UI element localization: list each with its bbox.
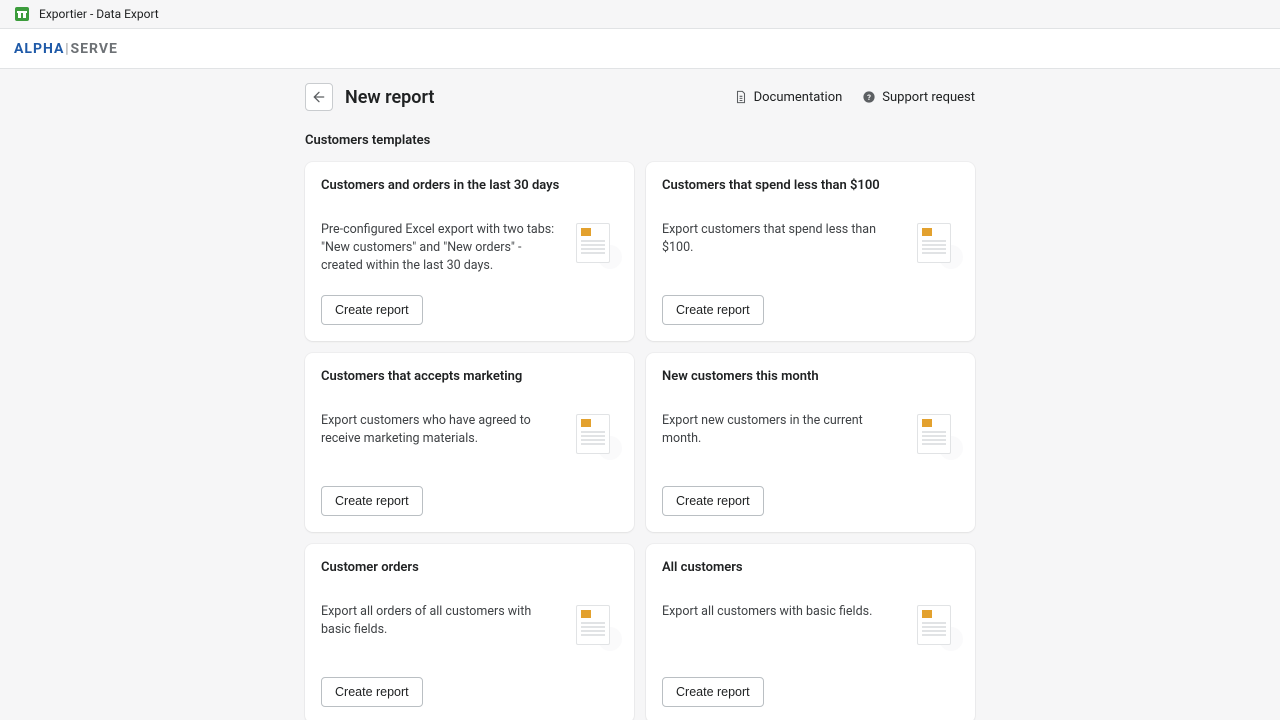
template-card: Customers that accepts marketing Export … — [305, 353, 634, 532]
create-report-button[interactable]: Create report — [662, 486, 764, 516]
template-card: Customers and orders in the last 30 days… — [305, 162, 634, 341]
card-title: New customers this month — [662, 369, 959, 384]
template-card: Customers that spend less than $100 Expo… — [646, 162, 975, 341]
create-report-button[interactable]: Create report — [662, 677, 764, 707]
brand-logo: ALPHA|SERVE — [14, 41, 118, 57]
create-report-button[interactable]: Create report — [321, 486, 423, 516]
app-icon — [15, 7, 29, 21]
card-description: Export all orders of all customers with … — [321, 603, 560, 639]
window-title: Exportier - Data Export — [39, 7, 159, 21]
template-card: New customers this month Export new cust… — [646, 353, 975, 532]
document-preview-icon — [574, 221, 618, 265]
card-title: All customers — [662, 560, 959, 575]
card-description: Export all customers with basic fields. — [662, 603, 901, 621]
card-title: Customers that accepts marketing — [321, 369, 618, 384]
document-icon — [734, 90, 748, 104]
section-heading-customers: Customers templates — [305, 133, 975, 148]
help-icon: ? — [862, 90, 876, 104]
support-link[interactable]: ? Support request — [862, 90, 975, 105]
card-title: Customer orders — [321, 560, 618, 575]
template-card: Customer orders Export all orders of all… — [305, 544, 634, 720]
svg-text:?: ? — [867, 93, 871, 102]
card-description: Export customers who have agreed to rece… — [321, 412, 560, 448]
document-preview-icon — [574, 603, 618, 647]
document-preview-icon — [915, 603, 959, 647]
card-title: Customers that spend less than $100 — [662, 178, 959, 193]
card-description: Pre-configured Excel export with two tab… — [321, 221, 560, 275]
card-title: Customers and orders in the last 30 days — [321, 178, 618, 193]
page-title: New report — [345, 87, 434, 108]
card-description: Export customers that spend less than $1… — [662, 221, 901, 257]
template-card: All customers Export all customers with … — [646, 544, 975, 720]
back-button[interactable] — [305, 83, 333, 111]
create-report-button[interactable]: Create report — [321, 295, 423, 325]
document-preview-icon — [915, 412, 959, 456]
create-report-button[interactable]: Create report — [321, 677, 423, 707]
window-titlebar: Exportier - Data Export — [0, 0, 1280, 29]
create-report-button[interactable]: Create report — [662, 295, 764, 325]
main-scroll[interactable]: New report Documentation ? Support reque… — [0, 69, 1280, 720]
document-preview-icon — [915, 221, 959, 265]
customers-cards-grid: Customers and orders in the last 30 days… — [305, 162, 975, 720]
documentation-link[interactable]: Documentation — [734, 90, 843, 105]
app-header: ALPHA|SERVE — [0, 29, 1280, 69]
document-preview-icon — [574, 412, 618, 456]
card-description: Export new customers in the current mont… — [662, 412, 901, 448]
